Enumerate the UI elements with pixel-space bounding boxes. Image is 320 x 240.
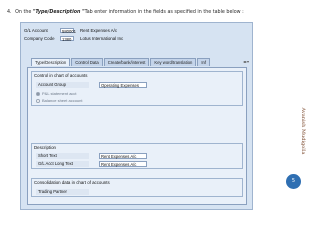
step-number: 4.	[7, 10, 12, 15]
radio-balance-sheet[interactable]: Balance sheet account	[36, 98, 82, 103]
short-text-field[interactable]: Rent Expenses A/c	[99, 153, 147, 159]
instruction-pre: On the	[15, 10, 33, 15]
gl-account-row: G/L Account 580001 Rent Expenses A/c	[24, 27, 118, 34]
account-group-row: Account Group Operating Expenses	[36, 82, 147, 88]
consolidation-group-title: Consolidation data in chart of accounts	[32, 179, 112, 186]
description-group: Description Short Text Rent Expenses A/c…	[31, 143, 243, 169]
radio-bs-label: Balance sheet account	[42, 98, 83, 103]
tab-information[interactable]: Inf	[197, 58, 211, 66]
tab-control-data[interactable]: Control Data	[71, 58, 103, 66]
author-name: Avanish Mudigolla	[298, 96, 308, 166]
tab-create-bank-interest[interactable]: Create/bank/interest	[103, 58, 150, 66]
company-code-row: Company Code 1380 Lotus International In…	[24, 35, 124, 42]
gl-account-field[interactable]: 580001	[60, 27, 76, 34]
control-group-title: Control in chart of accounts	[32, 72, 90, 79]
long-text-field[interactable]: Rent Expenses A/c	[99, 161, 147, 167]
instruction-tab-name: "Type/Description "	[32, 10, 85, 15]
description-group-title: Description	[32, 144, 58, 151]
company-code-desc: Lotus International Inc	[80, 35, 124, 41]
short-text-label: Short Text	[36, 153, 89, 159]
gl-account-label: G/L Account	[24, 27, 48, 33]
company-code-field[interactable]: 1380	[60, 35, 74, 42]
author-name-text: Avanish Mudigolla	[300, 107, 306, 155]
long-text-label: G/L Acct Long Text	[36, 161, 89, 167]
trading-partner-label: Trading Partner	[36, 189, 89, 195]
radio-unselected-icon	[36, 98, 40, 103]
consolidation-group: Consolidation data in chart of accounts …	[31, 178, 243, 197]
radio-pl-label: P&L statement acct	[42, 91, 77, 96]
control-group: Control in chart of accounts Account Gro…	[31, 71, 243, 106]
tab-keyword-translation[interactable]: Key word/translation	[150, 58, 197, 66]
radio-selected-icon	[36, 91, 40, 96]
tab-scroll-icons[interactable]: ◂▸▾	[243, 59, 249, 64]
trading-partner-row: Trading Partner	[36, 189, 89, 195]
sap-gl-account-screen: G/L Account 580001 Rent Expenses A/c Com…	[20, 22, 253, 210]
long-text-row: G/L Acct Long Text Rent Expenses A/c	[36, 161, 147, 167]
instruction-post: Tab enter information in the fields as s…	[84, 10, 244, 15]
tab-type-description[interactable]: Type/Description	[31, 58, 71, 66]
tab-strip: Type/Description Control Data Create/ban…	[31, 58, 211, 66]
short-text-row: Short Text Rent Expenses A/c	[36, 153, 147, 159]
page-number-badge: 5	[286, 174, 301, 189]
gl-account-desc: Rent Expenses A/c	[80, 27, 118, 33]
account-group-field[interactable]: Operating Expenses	[99, 82, 147, 88]
company-code-label: Company Code	[24, 35, 55, 41]
account-group-label: Account Group	[36, 82, 89, 88]
tab-panel: Control in chart of accounts Account Gro…	[27, 67, 247, 205]
radio-pl-statement[interactable]: P&L statement acct	[36, 91, 77, 96]
instruction-text: 4. On the "Type/Description "Tab enter i…	[7, 10, 307, 16]
